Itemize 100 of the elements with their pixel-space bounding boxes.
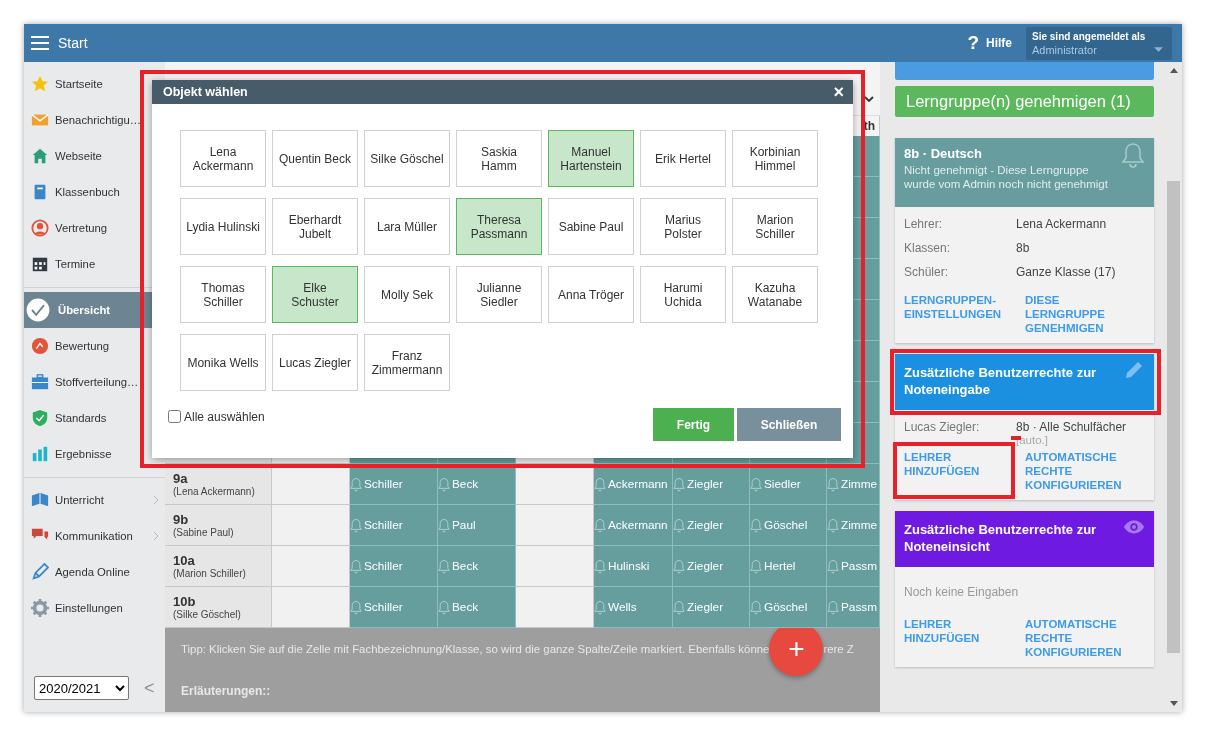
person-option[interactable]: Elke Schuster: [272, 266, 358, 323]
menu-icon[interactable]: [31, 36, 49, 50]
year-select[interactable]: 2020/2021: [34, 676, 129, 700]
column-header[interactable]: th: [863, 119, 879, 133]
bars-icon: [31, 445, 49, 463]
star-icon: [31, 75, 49, 93]
scroll-down-icon[interactable]: [1169, 701, 1178, 706]
sidebar-item[interactable]: Kommunikation: [24, 518, 165, 554]
tip-text: rere Z: [823, 643, 854, 655]
bell-icon: [750, 599, 762, 615]
person-option[interactable]: Lucas Ziegler: [272, 334, 358, 391]
person-option[interactable]: Lara Müller: [364, 198, 450, 255]
person-option[interactable]: Lydia Hulinski: [180, 198, 266, 255]
sidebar-item[interactable]: Klassenbuch: [24, 174, 165, 210]
chevron-icon: [153, 531, 159, 541]
person-option[interactable]: Theresa Passmann: [456, 198, 542, 255]
sidebar-item[interactable]: Stoffverteilung…: [24, 364, 165, 400]
checkbox-label: Alle auswählen: [184, 409, 265, 424]
bell-icon: [594, 599, 606, 615]
sidebar-item[interactable]: Agenda Online: [24, 554, 165, 590]
bell-icon[interactable]: [1121, 142, 1145, 168]
bell-icon: [438, 558, 450, 574]
person-option[interactable]: Molly Sek: [364, 266, 450, 323]
bell-icon: [827, 558, 839, 574]
bell-icon: [438, 599, 450, 615]
field-value: 8b: [1016, 241, 1030, 257]
card-title: Zusätzliche Benutzerrechte zur Noteneingabe: [904, 364, 1098, 398]
openbook-icon: [31, 491, 49, 509]
person-option[interactable]: Manuel Hartenstein: [548, 130, 634, 187]
bell-icon: [673, 476, 685, 492]
person-option[interactable]: Lena Ackermann: [180, 130, 266, 187]
card-title: 8b · Deutsch: [904, 146, 983, 161]
sidebar-item[interactable]: Unterricht: [24, 482, 165, 518]
person-option[interactable]: Marius Polster: [640, 198, 726, 255]
bell-icon: [438, 517, 450, 533]
sidebar-item[interactable]: Ergebnisse: [24, 436, 165, 472]
person-option[interactable]: Erik Hertel: [640, 130, 726, 187]
page-title: Start: [58, 35, 88, 51]
person-option[interactable]: Thomas Schiller: [180, 266, 266, 323]
person-option[interactable]: Monika Wells: [180, 334, 266, 391]
person-option[interactable]: Eberhardt Jubelt: [272, 198, 358, 255]
card-subtitle: Nicht genehmigt - Diese Lerngruppe wurde vom Admin noch nicht genehmigt: [904, 163, 1109, 191]
class-cell[interactable]: 10b (Silke Göschel): [165, 587, 272, 628]
person-option[interactable]: Quentin Beck: [272, 130, 358, 187]
dialog-title: Objekt wählen: [163, 85, 248, 99]
bell-icon: [673, 558, 685, 574]
bell-icon: [350, 599, 362, 615]
person-option[interactable]: Harumi Uchida: [640, 266, 726, 323]
bell-icon: [438, 476, 450, 492]
check-icon: [26, 298, 50, 322]
sidebar-item[interactable]: Einstellungen: [24, 590, 165, 626]
person-option[interactable]: Marion Schiller: [732, 198, 818, 255]
person-option[interactable]: Anna Tröger: [548, 266, 634, 323]
bell-icon: [594, 558, 606, 574]
sidebar-item[interactable]: Bewertung: [24, 328, 165, 364]
bell-icon: [750, 476, 762, 492]
field-value: Lena Ackermann: [1016, 217, 1107, 233]
shield-icon: [31, 409, 49, 427]
pencil-icon[interactable]: [1123, 360, 1145, 380]
sidebar-item[interactable]: Termine: [24, 246, 165, 282]
add-button[interactable]: +: [769, 628, 824, 676]
field-label: Lucas Ziegler:: [904, 420, 981, 436]
user-dropdown[interactable]: Sie sind angemeldet als Administrator: [1026, 26, 1172, 60]
pen-icon: [31, 563, 49, 581]
bell-icon: [594, 517, 606, 533]
scroll-up-icon[interactable]: [1169, 68, 1178, 73]
bell-icon: [673, 599, 685, 615]
home-icon: [31, 147, 49, 165]
bell-icon: [750, 558, 762, 574]
tip-text: Tipp: Klicken Sie auf die Zelle mit Fachbezeichnung/Klasse, so wird die ganze Spalte/Zeile markiert. Ebenfalls könne: [181, 643, 770, 655]
admin-button[interactable]: [895, 62, 1154, 80]
empty-text: Noch keine Eingaben: [904, 584, 1020, 601]
card-title: Zusätzliche Benutzerrechte zur Noteneinsicht: [904, 521, 1098, 555]
class-cell[interactable]: 10a (Marion Schiller): [165, 546, 272, 587]
person-option[interactable]: Kazuha Watanabe: [732, 266, 818, 323]
checkbox[interactable]: [168, 410, 181, 423]
close-button[interactable]: ×: [833, 83, 844, 101]
chevron-icon[interactable]: [864, 95, 874, 102]
person-option[interactable]: Sabine Paul: [548, 198, 634, 255]
person-option[interactable]: Korbinian Himmel: [732, 130, 818, 187]
grade-icon: [31, 337, 49, 355]
sidebar-item[interactable]: Benachrichtigu…: [24, 102, 165, 138]
bell-icon: [827, 476, 839, 492]
caret-icon: [1154, 46, 1163, 52]
field-label: Lehrer:: [904, 217, 944, 233]
sidebar-item[interactable]: Vertretung: [24, 210, 165, 246]
sidebar-item[interactable]: Standards: [24, 400, 165, 436]
class-cell[interactable]: 9b (Sabine Paul): [165, 505, 272, 546]
bell-icon: [750, 517, 762, 533]
person-option[interactable]: Saskia Hamm: [456, 130, 542, 187]
sidebar-item[interactable]: Webseite: [24, 138, 165, 174]
bell-icon: [350, 558, 362, 574]
person-option[interactable]: Franz Zimmermann: [364, 334, 450, 391]
help-icon[interactable]: ?: [967, 32, 979, 54]
bell-icon: [673, 517, 685, 533]
bell-icon: [594, 476, 606, 492]
person-option[interactable]: Julianne Siedler: [456, 266, 542, 323]
bell-icon: [827, 599, 839, 615]
person-option[interactable]: Silke Göschel: [364, 130, 450, 187]
help-link[interactable]: Hilfe: [986, 36, 1012, 50]
